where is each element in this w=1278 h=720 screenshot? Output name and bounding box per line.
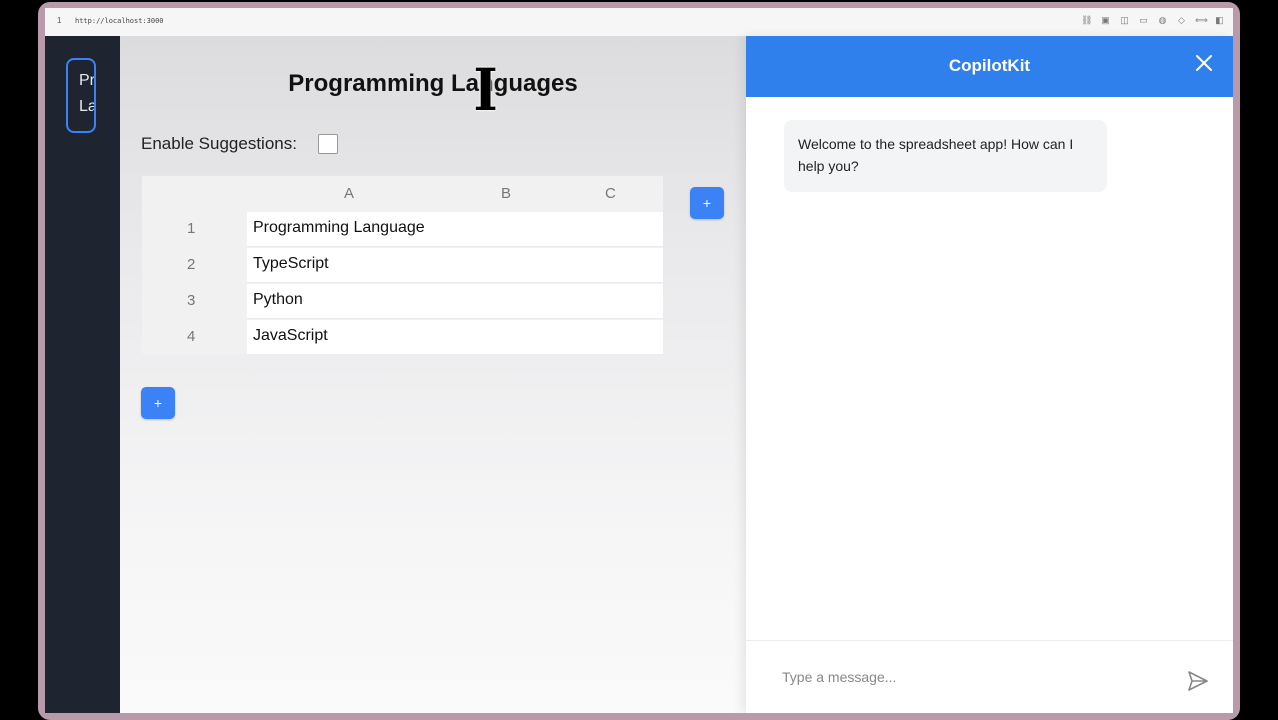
chat-input[interactable]: Type a message...	[782, 669, 896, 685]
split-view-icon[interactable]: ◧	[1214, 15, 1225, 26]
screenshot-icon[interactable]: ▣	[1100, 15, 1111, 26]
cell[interactable]: TypeScript	[247, 248, 663, 283]
send-icon[interactable]	[1186, 669, 1210, 693]
chat-header: CopilotKit	[746, 36, 1233, 97]
table-row: 3 Python	[142, 284, 663, 319]
page-title: Programming Languages	[288, 70, 578, 97]
add-row-button[interactable]: +	[141, 387, 175, 419]
cell-value: Python	[253, 291, 303, 308]
sidebar-item-label-line2: Lang	[79, 98, 96, 115]
cell[interactable]: Python	[247, 284, 663, 319]
cell-value: TypeScript	[253, 255, 329, 272]
spreadsheet: A B C 1 Programming Language 2 TypeScrip…	[142, 176, 663, 355]
window-icon[interactable]: ▭	[1138, 15, 1149, 26]
column-header-c[interactable]: C	[605, 185, 616, 202]
table-row: 2 TypeScript	[142, 248, 663, 283]
suggestions-checkbox[interactable]	[318, 134, 338, 154]
close-icon[interactable]	[1195, 54, 1213, 72]
sidebar: Prog Lang	[45, 36, 120, 713]
table-row: 4 JavaScript	[142, 320, 663, 355]
add-column-button[interactable]: +	[690, 187, 724, 219]
code-icon[interactable]: ⟺	[1195, 15, 1208, 26]
browser-window: 1 http://localhost:3000 ⛓ ▣ ◫ ▭ ◍ ◇ ⟺ ◧ …	[45, 8, 1233, 713]
row-number: 3	[187, 292, 196, 309]
sidebar-item-programming-languages[interactable]: Prog Lang	[66, 58, 96, 133]
chat-title: CopilotKit	[948, 56, 1031, 75]
settings-icon[interactable]: ◇	[1176, 15, 1187, 26]
suggestions-label: Enable Suggestions:	[141, 134, 297, 153]
tab-number: 1	[57, 16, 62, 25]
sidebar-item-label-line1: Prog	[79, 72, 95, 89]
cell[interactable]: Programming Language	[247, 212, 663, 247]
cell-value: Programming Language	[253, 219, 425, 236]
assistant-message: Welcome to the spreadsheet app! How can …	[784, 120, 1107, 192]
browser-toolbar-icons: ⛓ ▣ ◫ ▭ ◍ ◇ ⟺ ◧	[1081, 15, 1225, 26]
chat-panel: CopilotKit Welcome to the spreadsheet ap…	[746, 36, 1233, 713]
row-number: 1	[187, 220, 196, 237]
camera-icon[interactable]: ◫	[1119, 15, 1130, 26]
text-cursor-icon: I	[473, 56, 498, 124]
column-header-b[interactable]: B	[501, 185, 511, 202]
browser-titlebar: 1 http://localhost:3000 ⛓ ▣ ◫ ▭ ◍ ◇ ⟺ ◧	[45, 8, 1233, 37]
link-icon[interactable]: ⛓	[1081, 15, 1092, 26]
globe-icon[interactable]: ◍	[1157, 15, 1168, 26]
address-bar[interactable]: http://localhost:3000	[75, 17, 164, 25]
main-content: Programming Languages Enable Suggestions…	[120, 36, 746, 713]
table-row: 1 Programming Language	[142, 212, 663, 247]
cell[interactable]: JavaScript	[247, 320, 663, 355]
chat-input-area: Type a message...	[746, 640, 1233, 713]
cell-value: JavaScript	[253, 327, 328, 344]
column-header-a[interactable]: A	[344, 185, 354, 202]
row-number: 2	[187, 256, 196, 273]
row-number: 4	[187, 328, 196, 345]
